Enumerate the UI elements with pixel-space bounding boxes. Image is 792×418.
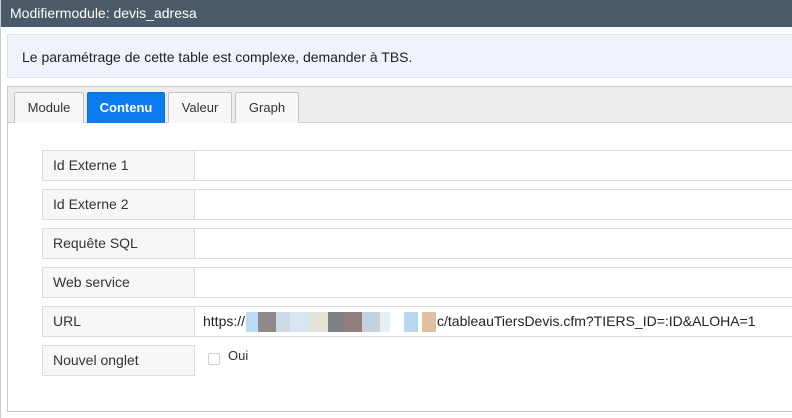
- web-service-input[interactable]: [194, 267, 792, 298]
- url-redaction: [246, 312, 437, 333]
- row-id-externe-2: Id Externe 2: [42, 189, 792, 220]
- nouvel-onglet-checkbox[interactable]: [208, 353, 220, 365]
- modifier-module-window: Modifiermodule: devis_adresa Le paramétr…: [0, 0, 792, 418]
- row-web-service: Web service: [42, 267, 792, 298]
- row-nouvel-onglet: Nouvel onglet Oui: [42, 345, 792, 376]
- requete-sql-input[interactable]: [194, 228, 792, 259]
- tab-module[interactable]: Module: [14, 92, 84, 123]
- window-title: Modifiermodule: devis_adresa: [1, 0, 792, 27]
- nouvel-onglet-option-label: Oui: [228, 348, 249, 363]
- tab-panel: Module Contenu Valeur Graph Id Externe 1…: [7, 86, 792, 412]
- tab-valeur[interactable]: Valeur: [168, 92, 232, 123]
- tab-contenu[interactable]: Contenu: [87, 92, 165, 123]
- id-externe-2-label: Id Externe 2: [42, 189, 195, 220]
- tab-graph[interactable]: Graph: [235, 92, 299, 123]
- url-prefix: https://: [203, 313, 246, 329]
- row-id-externe-1: Id Externe 1: [42, 150, 792, 181]
- id-externe-1-label: Id Externe 1: [42, 150, 195, 181]
- url-suffix: c/tableauTiersDevis.cfm?TIERS_ID=:ID&ALO…: [437, 313, 756, 329]
- notice-banner: Le paramétrage de cette table est comple…: [7, 34, 792, 78]
- url-label: URL: [42, 306, 195, 337]
- nouvel-onglet-option: Oui: [208, 349, 248, 369]
- id-externe-2-input[interactable]: [194, 189, 792, 220]
- web-service-label: Web service: [42, 267, 195, 298]
- id-externe-1-input[interactable]: [194, 150, 792, 181]
- nouvel-onglet-label: Nouvel onglet: [42, 345, 195, 376]
- row-requete-sql: Requête SQL: [42, 228, 792, 259]
- row-url: URL https:// c/tableauTiersDevis.cfm?TIER…: [42, 306, 792, 337]
- requete-sql-label: Requête SQL: [42, 228, 195, 259]
- url-input[interactable]: https:// c/tableauTiersDevis.cfm?TIERS_ID…: [194, 306, 792, 337]
- tab-bar: Module Contenu Valeur Graph: [8, 87, 792, 123]
